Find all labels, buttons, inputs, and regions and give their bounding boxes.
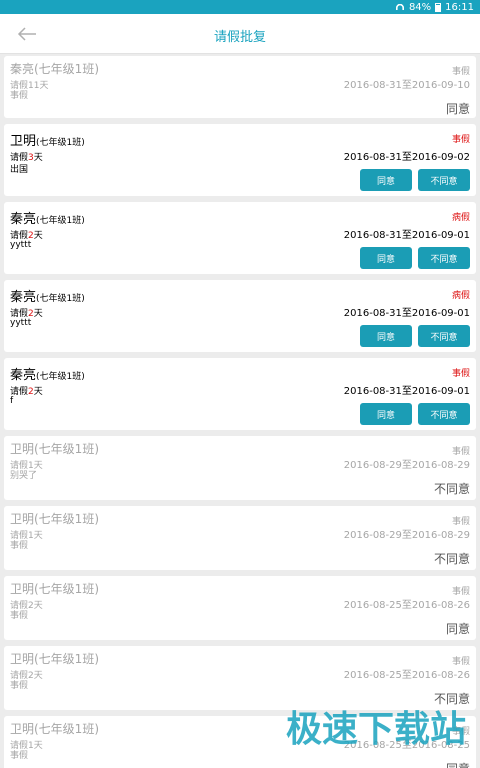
leave-dates: 2016-08-31至2016-09-10 [343, 80, 470, 91]
watermark-logo: 极速下载站 [285, 709, 466, 750]
leave-reason: 事假 [10, 611, 29, 621]
page-title: 请假批复 [213, 30, 266, 45]
student-name: 卫明(七年级1班) [10, 442, 99, 456]
student-name: 卫明(七年级1班) [10, 134, 85, 149]
leave-reason: 别哭了 [10, 471, 38, 481]
student-name: 秦亮(七年级1班) [10, 368, 85, 383]
student-name: 秦亮(七年级1班) [10, 290, 85, 305]
student-name: 卫明(七年级1班) [10, 582, 99, 596]
agree-button[interactable]: 同意 [360, 403, 412, 425]
leave-card-processed: 卫明(七年级1班) 请假2天 事假 事假 2016-08-25至2016-08-… [4, 576, 476, 640]
disagree-button[interactable]: 不同意 [418, 247, 470, 269]
student-name: 秦亮(七年级1班) [10, 62, 99, 76]
decision-result: 同意 [445, 102, 470, 116]
leave-type: 病假 [451, 213, 470, 223]
leave-card-pending: 秦亮(七年级1班) 请假2天 f 事假 2016-08-31至2016-09-0… [4, 358, 476, 430]
decision-result: 不同意 [433, 482, 470, 496]
leave-dates: 2016-08-29至2016-08-29 [343, 530, 470, 541]
wifi-icon [395, 3, 404, 11]
decision-result: 同意 [445, 622, 470, 636]
status-bar: 84% 16:11 [0, 0, 480, 14]
leave-dates: 2016-08-31至2016-09-01 [343, 386, 470, 397]
leave-reason: 出国 [10, 165, 29, 175]
leave-dates: 2016-08-31至2016-09-01 [343, 308, 470, 319]
agree-button[interactable]: 同意 [360, 169, 412, 191]
leave-card-processed: 卫明(七年级1班) 请假1天 事假 事假 2016-08-29至2016-08-… [4, 506, 476, 570]
app-header: 请假批复 [0, 14, 480, 54]
student-name: 卫明(七年级1班) [10, 652, 99, 666]
leave-dates: 2016-08-25至2016-08-26 [343, 670, 470, 681]
student-name: 秦亮(七年级1班) [10, 212, 85, 227]
decision-result: 不同意 [433, 552, 470, 566]
leave-reason: yyttt [10, 318, 32, 328]
leave-days: 请假2天 [10, 387, 43, 397]
leave-card-processed: 卫明(七年级1班) 请假1天 别哭了 事假 2016-08-29至2016-08… [4, 436, 476, 500]
battery-percent: 84% [408, 1, 432, 13]
leave-dates: 2016-08-25至2016-08-26 [343, 600, 470, 611]
battery-icon [435, 2, 442, 12]
decision-result: 同意 [446, 760, 470, 768]
leave-dates: 2016-08-29至2016-08-29 [343, 460, 470, 471]
student-name: 卫明(七年级1班) [10, 722, 99, 736]
leave-type: 事假 [451, 369, 470, 379]
leave-card-pending: 秦亮(七年级1班) 请假2天 yyttt 病假 2016-08-31至2016-… [4, 280, 476, 352]
leave-reason: 事假 [10, 541, 29, 551]
leave-card-pending: 秦亮(七年级1班) 请假2天 yyttt 病假 2016-08-31至2016-… [4, 202, 476, 274]
leave-reason: 事假 [10, 751, 29, 761]
student-name: 卫明(七年级1班) [10, 512, 99, 526]
leave-reason: 事假 [10, 681, 29, 691]
leave-card-pending: 卫明(七年级1班) 请假3天 出国 事假 2016-08-31至2016-09-… [4, 124, 476, 196]
leave-dates: 2016-08-31至2016-09-01 [343, 230, 470, 241]
leave-dates: 2016-08-31至2016-09-02 [343, 152, 470, 163]
agree-button[interactable]: 同意 [360, 325, 412, 347]
leave-reason: yyttt [10, 240, 32, 250]
disagree-button[interactable]: 不同意 [418, 169, 470, 191]
disagree-button[interactable]: 不同意 [418, 403, 470, 425]
leave-type: 病假 [451, 291, 470, 301]
leave-reason: f [10, 396, 14, 406]
agree-button[interactable]: 同意 [360, 247, 412, 269]
leave-type: 事假 [451, 135, 470, 145]
leave-card-processed: 秦亮(七年级1班) 请假11天 事假 事假 2016-08-31至2016-09… [4, 56, 476, 118]
leave-reason: 事假 [10, 91, 29, 101]
disagree-button[interactable]: 不同意 [418, 325, 470, 347]
clock: 16:11 [445, 1, 474, 13]
